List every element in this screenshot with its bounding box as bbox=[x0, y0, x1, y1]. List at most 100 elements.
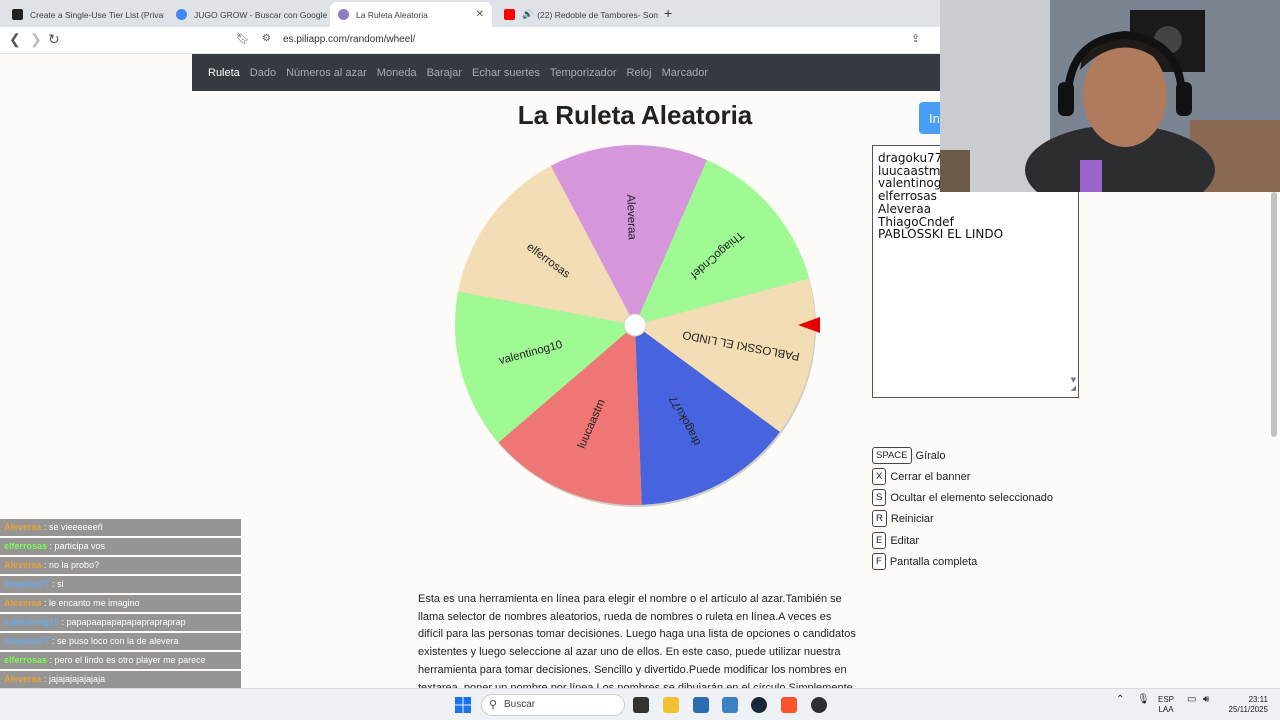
chat-message: valentinog10 : papapaapapapapaprapraprap bbox=[0, 614, 241, 631]
forward-icon[interactable]: ❯ bbox=[30, 31, 42, 48]
layout-code: LAA bbox=[1158, 705, 1174, 714]
share-icon[interactable]: ⇪ bbox=[911, 32, 920, 45]
volume-icon[interactable]: 🔊︎ bbox=[1203, 695, 1209, 705]
key-badge: E bbox=[872, 532, 887, 549]
chat-message: Aleveraa : jajajajajajajaja bbox=[0, 671, 241, 688]
random-wheel[interactable]: PABLOSSKI EL LINDOdragoku77luucaastmvale… bbox=[450, 140, 820, 510]
obs-icon[interactable] bbox=[811, 697, 827, 713]
windows-taskbar: ⚲ Buscar ⌃ 🎙︎ ESP LAA ▭ 🔊︎ 23:11 25/11/2… bbox=[0, 688, 1280, 720]
shortcut-close-banner[interactable]: X Cerrar el banner bbox=[872, 468, 970, 485]
google-favicon-icon bbox=[176, 9, 187, 20]
chat-username: dragoku77 bbox=[4, 579, 50, 589]
wheel-favicon-icon bbox=[338, 9, 349, 20]
nav-echar-suertes[interactable]: Echar suertes bbox=[472, 67, 540, 79]
tab-label: Create a Single-Use Tier List (Private bbox=[30, 9, 164, 20]
network-icon[interactable]: ▭ bbox=[1187, 695, 1196, 705]
close-tab-icon[interactable]: ✕ bbox=[476, 9, 484, 20]
tierlist-favicon-icon bbox=[12, 9, 23, 20]
task-view-icon[interactable] bbox=[633, 697, 649, 713]
search-placeholder: Buscar bbox=[504, 699, 536, 710]
language-indicator[interactable]: ESP LAA bbox=[1158, 695, 1174, 715]
chat-text: : se vieeeeeeñ bbox=[41, 522, 103, 532]
taskbar-search[interactable]: ⚲ Buscar bbox=[481, 694, 625, 716]
windows-start-icon[interactable] bbox=[455, 697, 471, 713]
streamer-webcam-image bbox=[940, 0, 1280, 192]
chat-message: elferrosas : pero el lindo es otro playe… bbox=[0, 652, 241, 669]
chat-message: Aleveraa : le encanto me imagino bbox=[0, 595, 241, 612]
shortcut-label: Reiniciar bbox=[890, 512, 934, 525]
webcam-overlay bbox=[940, 0, 1280, 192]
chat-text: : si bbox=[49, 579, 64, 589]
wheel-segment-label: Aleveraa bbox=[624, 194, 638, 240]
chat-username: Aleveraa bbox=[4, 522, 42, 532]
back-icon[interactable]: ❮ bbox=[9, 31, 21, 48]
shortcut-label: Cerrar el banner bbox=[890, 470, 971, 483]
app-icon[interactable] bbox=[722, 697, 738, 713]
new-tab-icon[interactable]: + bbox=[664, 5, 672, 21]
chat-text: : no la probo? bbox=[41, 560, 100, 570]
chat-username: Aleveraa bbox=[4, 674, 42, 684]
key-badge: F bbox=[872, 553, 886, 570]
steam-icon[interactable] bbox=[751, 697, 767, 713]
shortcut-fullscreen[interactable]: F Pantalla completa bbox=[872, 553, 977, 570]
resize-handle-icon[interactable]: ◢ bbox=[1071, 382, 1076, 395]
nav-numeros[interactable]: Números al azar bbox=[286, 67, 367, 79]
shortcut-edit[interactable]: E Editar bbox=[872, 532, 919, 549]
url-field[interactable]: es.piliapp.com/random/wheel/ bbox=[283, 34, 415, 45]
key-badge: R bbox=[872, 510, 887, 527]
shortcut-label: Pantalla completa bbox=[889, 555, 978, 568]
tab-google-search[interactable]: JUGO GROW - Buscar con Google bbox=[168, 2, 328, 27]
tab-tier-list[interactable]: Create a Single-Use Tier List (Private bbox=[4, 2, 164, 27]
bookmark-icon[interactable]: 🔖︎ bbox=[236, 32, 250, 45]
page-scrollbar[interactable] bbox=[1271, 192, 1277, 437]
nav-barajar[interactable]: Barajar bbox=[427, 67, 462, 79]
chat-message: Aleveraa : no la probo? bbox=[0, 557, 241, 574]
site-navbar: Ruleta Dado Números al azar Moneda Baraj… bbox=[192, 54, 940, 91]
wheel-center-hub[interactable] bbox=[623, 313, 647, 337]
tab-youtube[interactable]: 🔊 (22) Redoble de Tambores- Sonid bbox=[496, 2, 658, 27]
textarea-line: PABLOSSKI EL LINDO bbox=[878, 227, 1004, 242]
shortcut-reset[interactable]: R Reiniciar bbox=[872, 510, 934, 527]
nav-reloj[interactable]: Reloj bbox=[627, 67, 652, 79]
chat-message: Aleveraa : se vieeeeeeñ bbox=[0, 519, 241, 536]
chat-text: : le encanto me imagino bbox=[41, 598, 140, 608]
chat-text: : jajajajajajajaja bbox=[41, 674, 106, 684]
chat-message: dragoku77 : se puso loco con la de aleve… bbox=[0, 633, 241, 650]
tab-label: La Ruleta Aleatoria bbox=[356, 9, 428, 20]
youtube-favicon-icon bbox=[504, 9, 515, 20]
nav-dado[interactable]: Dado bbox=[250, 67, 276, 79]
nav-moneda[interactable]: Moneda bbox=[377, 67, 417, 79]
site-info-icon[interactable]: ⚙︎ bbox=[262, 33, 271, 44]
textarea-line: elferrosas bbox=[878, 189, 937, 204]
shortcut-hide-selected[interactable]: S Ocultar el elemento seleccionado bbox=[872, 489, 1053, 506]
key-badge: X bbox=[872, 468, 887, 485]
chat-text: : participa vos bbox=[47, 541, 106, 551]
nav-temporizador[interactable]: Temporizador bbox=[550, 67, 617, 79]
shortcut-space[interactable]: SPACE Gíralo bbox=[872, 447, 945, 464]
microphone-icon[interactable]: 🎙︎ bbox=[1137, 695, 1150, 705]
chat-username: elferrosas bbox=[4, 655, 48, 665]
chat-username: valentinog10 bbox=[4, 617, 60, 627]
system-clock[interactable]: 23:11 25/11/2025 bbox=[1224, 695, 1268, 715]
chat-username: elferrosas bbox=[4, 541, 48, 551]
search-icon: ⚲ bbox=[489, 699, 498, 711]
nav-ruleta[interactable]: Ruleta bbox=[208, 67, 240, 79]
store-icon[interactable] bbox=[693, 697, 709, 713]
language-code: ESP bbox=[1158, 695, 1175, 704]
brave-browser-icon[interactable] bbox=[781, 697, 797, 713]
chat-username: dragoku77 bbox=[4, 636, 50, 646]
tab-ruleta-active[interactable]: La Ruleta Aleatoria ✕ bbox=[330, 2, 492, 27]
clock-time: 23:11 bbox=[1248, 695, 1268, 704]
shortcut-label: Ocultar el elemento seleccionado bbox=[890, 491, 1053, 504]
chat-text: : se puso loco con la de alevera bbox=[49, 636, 179, 646]
chat-text: : papapaapapapapaprapraprap bbox=[59, 617, 186, 627]
speaker-icon: 🔊 bbox=[522, 9, 534, 19]
nav-marcador[interactable]: Marcador bbox=[662, 67, 708, 79]
file-explorer-icon[interactable] bbox=[663, 697, 679, 713]
page-title: La Ruleta Aleatoria bbox=[517, 100, 753, 130]
tray-chevron-icon[interactable]: ⌃ bbox=[1116, 695, 1124, 705]
reload-icon[interactable]: ↻ bbox=[48, 31, 60, 48]
chat-text: : pero el lindo es otro player me parece bbox=[47, 655, 206, 665]
shortcut-label: Editar bbox=[890, 534, 920, 547]
clock-date: 25/11/2025 bbox=[1228, 705, 1268, 714]
